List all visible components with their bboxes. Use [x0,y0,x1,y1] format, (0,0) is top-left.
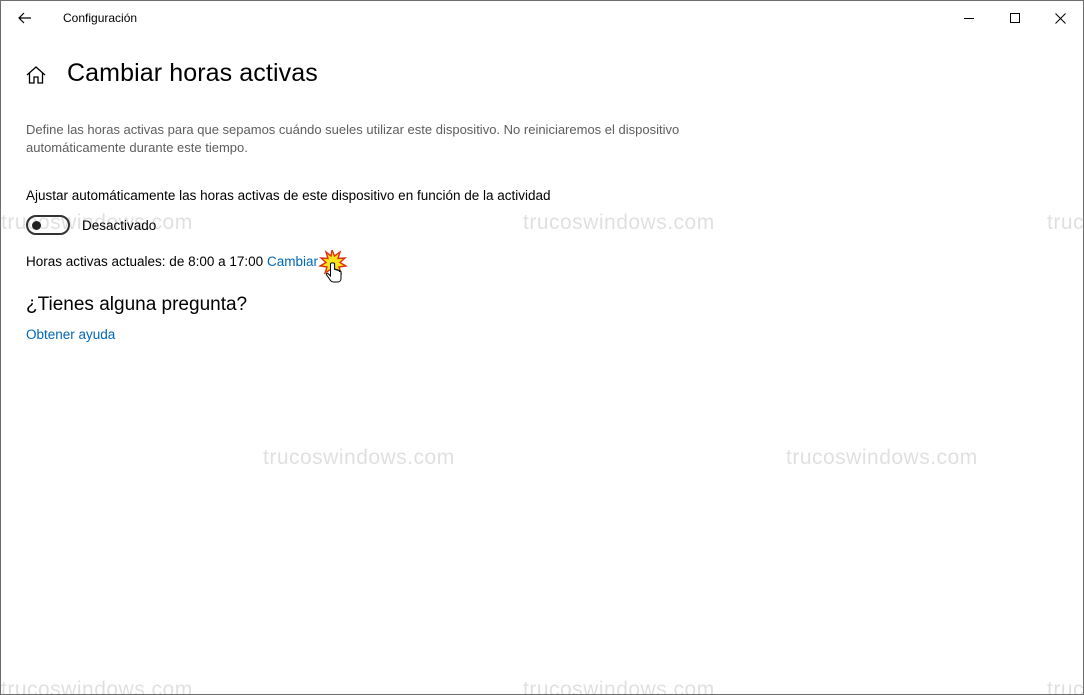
help-heading: ¿Tienes alguna pregunta? [26,294,248,315]
page-description: Define las horas activas para que sepamo… [26,122,680,155]
back-button[interactable] [11,5,39,31]
get-help-link[interactable]: Obtener ayuda [26,327,115,342]
minimize-button[interactable] [946,1,992,35]
close-icon [1054,12,1066,24]
watermark: trucoswindows.com [523,678,715,695]
title-bar: Configuración [1,1,1083,35]
minimize-icon [964,18,974,19]
maximize-button[interactable] [992,1,1038,35]
back-arrow-icon [18,12,31,24]
change-hours-link[interactable]: Cambiar [267,254,318,269]
watermark: trucoswindows.com [523,211,715,234]
watermark: trucoswindows.com [1,678,193,695]
watermark: trucoswindows.com [786,446,978,469]
watermark: trucoswindows.com [1,211,193,234]
watermark: trucoswindows.com [1047,678,1084,695]
app-title: Configuración [63,11,138,25]
watermark: trucoswindows.com [1047,211,1084,234]
active-hours-label: Horas activas actuales: de 8:00 a 17:00 [26,254,264,269]
maximize-icon [1010,13,1020,23]
settings-window: Configuración Cambiar horas activas Defi… [0,0,1084,695]
page-title: Cambiar horas activas [67,59,318,87]
home-icon [26,66,46,84]
watermark: trucoswindows.com [263,446,455,469]
auto-adjust-label: Ajustar automáticamente las horas activa… [26,188,551,203]
click-cursor-icon [318,250,348,283]
home-button[interactable] [25,64,47,86]
close-button[interactable] [1037,1,1083,35]
